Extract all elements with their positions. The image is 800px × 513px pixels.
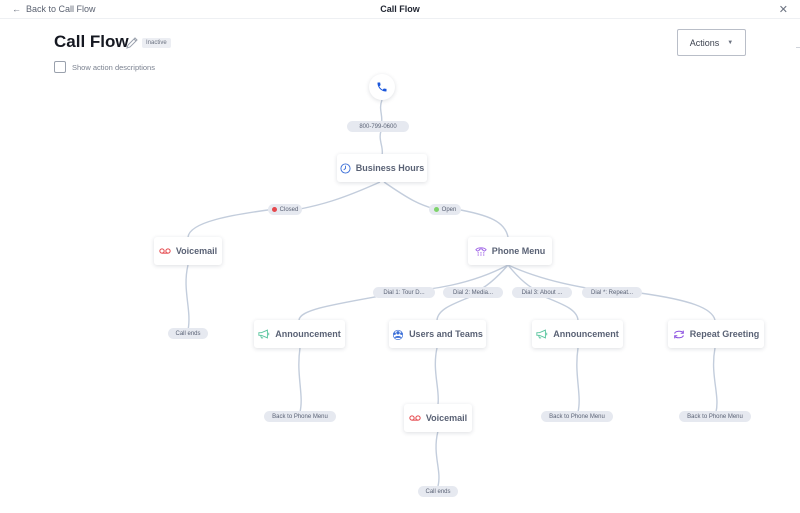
dial-option-label: Dial 2: Media... (452, 289, 494, 296)
dial-option-label: Dial 1: Tour D... (383, 289, 425, 296)
phone-menu-icon (475, 246, 487, 256)
branch-closed-pill[interactable]: Closed (268, 204, 302, 215)
dial-option-pill[interactable]: Dial 1: Tour D... (373, 287, 435, 298)
voicemail-node-users[interactable]: Voicemail (404, 404, 472, 432)
edge-dial4-repeat (639, 292, 716, 321)
call-ends-label: Call ends (425, 488, 451, 495)
users-and-teams-node[interactable]: Users and Teams (389, 320, 486, 348)
edge-users-voicemail (434, 347, 440, 405)
edge-dial2-users (436, 296, 471, 321)
business-hours-label: Business Hours (355, 163, 425, 173)
edge-dial1-ann (298, 295, 381, 321)
voicemail-icon (409, 415, 421, 421)
announcement-node[interactable]: Announcement (532, 320, 623, 348)
closed-dot-icon (271, 207, 277, 212)
dial-option-label: Dial 3: About ... (521, 289, 563, 296)
flow-edges (185, 99, 718, 487)
edge-number-hours (379, 130, 384, 156)
branch-closed-label: Closed (279, 206, 299, 213)
voicemail-node-closed[interactable]: Voicemail (154, 237, 222, 265)
voicemail-label: Voicemail (175, 246, 218, 256)
dial-option-pill[interactable]: Dial 2: Media... (443, 287, 503, 298)
dial-option-pill[interactable]: Dial *: Repeat... (582, 287, 642, 298)
phone-menu-label: Phone Menu (491, 246, 546, 256)
back-to-phone-menu-pill[interactable]: Back to Phone Menu (264, 411, 336, 422)
voicemail-icon (159, 248, 171, 254)
edge-ann2-back (576, 347, 580, 413)
call-ends-pill[interactable]: Call ends (168, 328, 208, 339)
edge-hours-open (383, 181, 436, 210)
repeat-greeting-node[interactable]: Repeat Greeting (668, 320, 764, 348)
edge-hours-closed (299, 181, 381, 210)
edge-voicemail-end (185, 264, 190, 331)
branch-open-pill[interactable]: Open (429, 204, 461, 215)
back-to-phone-menu-label: Back to Phone Menu (549, 413, 605, 420)
dial-option-label: Dial *: Repeat... (590, 289, 634, 296)
back-to-phone-menu-pill[interactable]: Back to Phone Menu (541, 411, 613, 422)
edge-voicemail2-end (435, 430, 440, 487)
back-to-phone-menu-label: Back to Phone Menu (687, 413, 743, 420)
back-to-phone-menu-label: Back to Phone Menu (272, 413, 328, 420)
voicemail-label: Voicemail (425, 413, 468, 423)
dial-option-pill[interactable]: Dial 3: About ... (512, 287, 572, 298)
announcement-node[interactable]: Announcement (254, 320, 345, 348)
call-ends-pill[interactable]: Call ends (418, 486, 458, 497)
clock-icon (340, 162, 351, 174)
call-ends-label: Call ends (175, 330, 201, 337)
edge-closed-voicemail (187, 208, 276, 238)
megaphone-icon (536, 329, 548, 339)
open-dot-icon (433, 207, 439, 212)
phone-number: 800-799-0600 (359, 123, 397, 130)
users-and-teams-label: Users and Teams (409, 329, 483, 339)
phone-number-pill[interactable]: 800-799-0600 (347, 121, 409, 132)
announcement-label: Announcement (275, 329, 341, 339)
phone-menu-node[interactable]: Phone Menu (468, 237, 552, 265)
edge-open-phonemenu (454, 208, 509, 238)
back-to-phone-menu-pill[interactable]: Back to Phone Menu (679, 411, 751, 422)
edge-repeat-back (712, 347, 718, 413)
repeat-greeting-label: Repeat Greeting (689, 329, 760, 339)
start-call-node[interactable] (369, 74, 395, 100)
edge-dial3-ann (544, 296, 579, 321)
repeat-icon (673, 330, 684, 338)
phone-icon (377, 82, 387, 92)
users-teams-icon (393, 329, 404, 340)
branch-open-label: Open (441, 206, 457, 213)
announcement-label: Announcement (553, 329, 619, 339)
business-hours-node[interactable]: Business Hours (337, 154, 427, 182)
megaphone-icon (258, 329, 270, 339)
edge-ann1-back (298, 347, 302, 413)
